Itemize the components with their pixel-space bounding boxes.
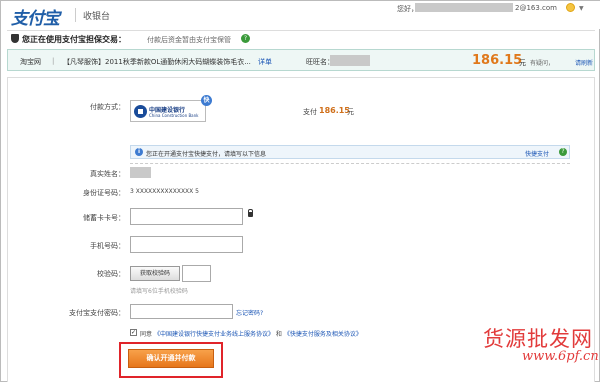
order-question: 有疑问， [530,60,555,67]
info-text: 您正在开通支付宝快捷支付，请填写以下信息 [146,151,267,158]
agree-and: 和 [275,331,282,338]
real-name-redacted [130,167,151,178]
seller-redacted [330,55,370,66]
get-code-button[interactable]: 获取校验码 [130,266,180,281]
agreement-text: 同意 《中国建设银行快捷支付业务线上服务协议》 和 《快捷支付服务及相关协议》 [140,329,362,338]
lock-icon [248,209,253,217]
cashier-window: 支付宝 收银台 您好， 2@163.com ▼ 您正在使用支付宝担保交易： 付款… [0,0,600,382]
quick-pay-agreement-link[interactable]: 《快捷支付服务及相关协议》 [284,331,362,338]
guarantee-title: 您正在使用支付宝担保交易： [22,35,126,44]
cashier-subtitle: 收银台 [83,12,111,22]
shield-icon [11,34,19,43]
watermark-url: www.6pf.cn [522,349,599,364]
id-number-value: 3 XXXXXXXXXXXXXX 5 [130,188,199,195]
payment-method-label: 付款方式： [90,103,125,111]
info-icon: i [135,148,143,156]
email-redacted [415,3,513,12]
alipay-logo[interactable]: 支付宝 [11,4,60,29]
quick-pay-badge: 快 [201,95,212,106]
agree-prefix: 同意 [140,331,153,338]
order-amount-unit: 元 [519,59,526,67]
bank-selector[interactable]: 中国建设银行 China Construction Bank [130,100,206,122]
guarantee-description: 付款后资金暂由支付宝保管 [147,36,231,44]
payment-password-label: 支付宝支付密码： [69,309,125,317]
payment-password-input[interactable] [130,304,233,319]
guarantee-bar: 您正在使用支付宝担保交易： 付款后资金暂由支付宝保管 ? [7,30,595,46]
logo-divider [75,8,76,22]
quick-pay-link[interactable]: 快捷支付 [525,149,549,158]
order-title: 【凡琴服饰】2011秋季新款OL通勤休闲大码蝴蝶装饰毛衣... [63,58,251,66]
chevron-down-icon[interactable]: ▼ [579,5,584,12]
ccb-logo-icon [134,105,147,118]
refresh-link[interactable]: 请刷新 [575,58,593,67]
card-number-input[interactable] [130,208,243,225]
id-number-label: 身份证号码： [83,189,125,197]
verification-code-input[interactable] [182,265,211,282]
card-number-label: 储蓄卡卡号： [83,214,125,222]
pay-amount: 186.15 [319,106,350,115]
order-amount: 186.15 [472,53,523,68]
real-name-label: 真实姓名： [90,170,125,178]
header: 支付宝 收银台 您好， 2@163.com ▼ [1,1,600,29]
agree-checkbox[interactable]: ✓ [130,329,137,336]
sun-icon[interactable] [566,3,575,12]
pay-label: 支付 [303,108,317,116]
phone-input[interactable] [130,236,243,253]
code-hint: 请填写6位手机校验码 [130,288,188,295]
verification-code-label: 校验码： [97,270,125,278]
email-suffix: 2@163.com [515,4,557,12]
phone-label: 手机号码： [90,242,125,250]
bank-name-en: China Construction Bank [149,113,199,118]
confirm-pay-button[interactable]: 确认开通并付款 [128,349,214,368]
help-icon[interactable]: ? [559,148,567,156]
divider [130,163,570,164]
help-icon[interactable]: ? [241,34,250,43]
quick-pay-info-bar: i 您正在开通支付宝快捷支付，请填写以下信息 快捷支付 ? [130,145,570,159]
pay-unit: 元 [347,108,354,116]
forgot-password-link[interactable]: 忘记密码? [236,308,263,317]
order-detail-link[interactable]: 详单 [258,57,272,67]
order-summary: 淘宝网 | 【凡琴服饰】2011秋季新款OL通勤休闲大码蝴蝶装饰毛衣... 详单… [7,49,595,71]
order-site[interactable]: 淘宝网 [20,57,41,67]
ccb-agreement-link[interactable]: 《中国建设银行快捷支付业务线上服务协议》 [154,331,274,338]
order-separator: | [52,57,55,65]
